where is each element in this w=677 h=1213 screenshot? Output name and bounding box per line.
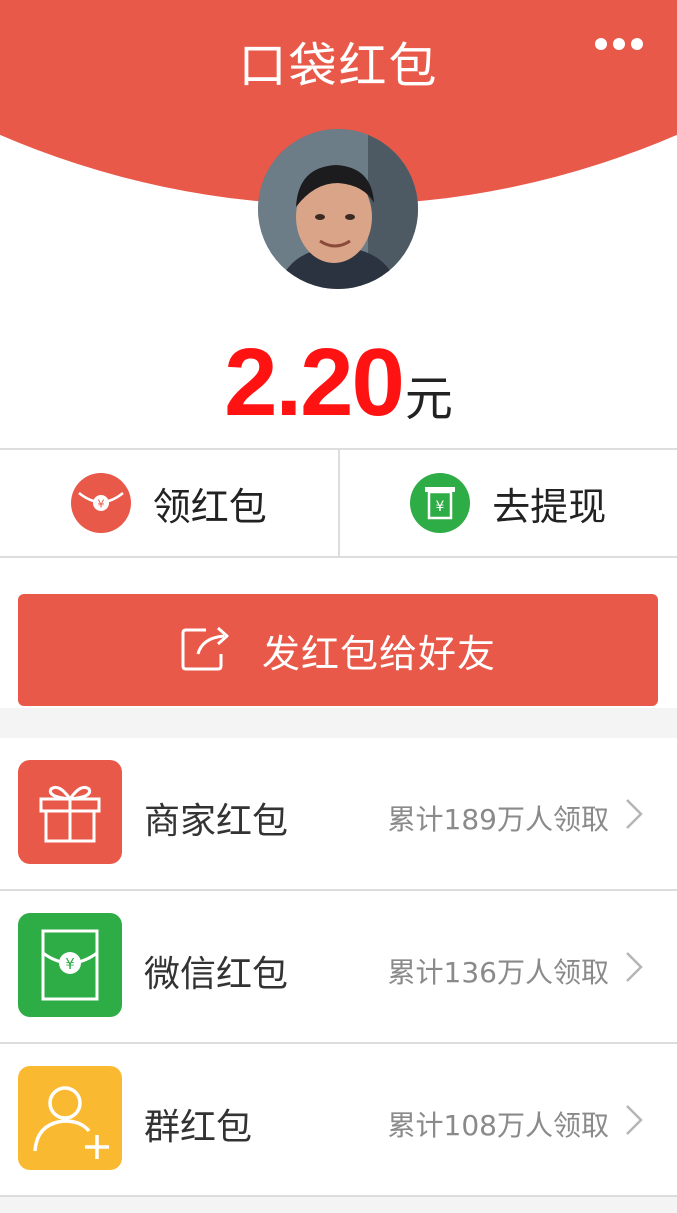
send-red-packet-button[interactable]: 发红包给好友 — [18, 594, 658, 706]
chevron-right-icon — [626, 799, 643, 829]
balance: 2.20元 — [0, 328, 677, 438]
svg-text:¥: ¥ — [65, 955, 75, 973]
list-item-count: 累计108万人领取 — [387, 1109, 609, 1142]
gift-icon — [18, 760, 122, 864]
avatar[interactable] — [258, 129, 418, 289]
svg-text:¥: ¥ — [436, 499, 445, 515]
section-divider — [0, 708, 677, 738]
list-item-merchant[interactable]: 商家红包 累计189万人领取 — [0, 738, 677, 891]
list-item-title: 微信红包 — [144, 954, 289, 995]
receive-red-packet-button[interactable]: ¥ 领红包 — [0, 450, 338, 556]
red-envelope-icon: ¥ — [70, 473, 131, 533]
send-area: 发红包给好友 — [0, 558, 677, 708]
list-item-title: 商家红包 — [144, 801, 289, 842]
envelope-icon: ¥ — [18, 913, 122, 1017]
add-user-icon — [18, 1066, 122, 1170]
withdraw-icon: ¥ — [410, 473, 471, 533]
withdraw-label: 去提现 — [492, 484, 607, 529]
balance-unit: 元 — [404, 371, 453, 427]
bottom-fill — [0, 1197, 677, 1213]
receive-red-packet-label: 领红包 — [152, 484, 267, 529]
list-item-wechat[interactable]: ¥ 微信红包 累计136万人领取 — [0, 891, 677, 1044]
action-bar: ¥ 领红包 ¥ 去提现 — [0, 448, 677, 558]
pocket-red-packet-page: 口袋红包 2.20元 ¥ 领红包 ¥ 去提现 发红包给好友 商家红包 累计189… — [0, 0, 677, 1213]
send-red-packet-label: 发红包给好友 — [261, 631, 496, 676]
list-item-count: 累计189万人领取 — [387, 803, 609, 836]
balance-amount: 2.20 — [224, 329, 405, 436]
list-item-group[interactable]: 群红包 累计108万人领取 — [0, 1044, 677, 1197]
red-packet-list: 商家红包 累计189万人领取 ¥ 微信红包 累计136万人领取 群红包 累计10… — [0, 738, 677, 1197]
withdraw-button[interactable]: ¥ 去提现 — [337, 450, 677, 556]
page-title: 口袋红包 — [238, 38, 439, 94]
list-item-title: 群红包 — [144, 1107, 253, 1148]
svg-text:¥: ¥ — [97, 498, 104, 511]
chevron-right-icon — [626, 1105, 643, 1135]
list-item-count: 累计136万人领取 — [387, 956, 609, 989]
more-icon[interactable] — [595, 38, 643, 50]
chevron-right-icon — [626, 952, 643, 982]
share-icon — [180, 624, 232, 676]
